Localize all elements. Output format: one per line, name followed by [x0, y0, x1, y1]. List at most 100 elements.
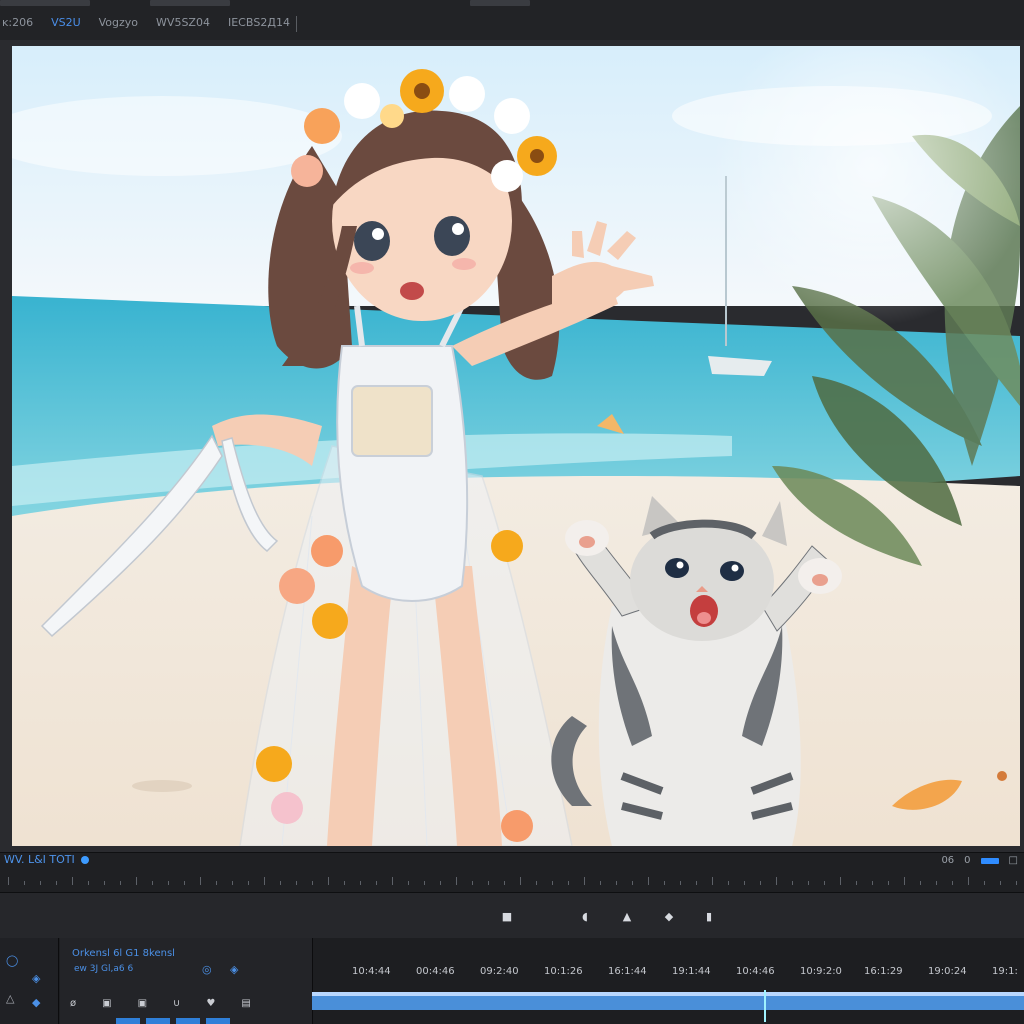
ruler-tick: [808, 881, 809, 885]
ruler-tick: [184, 881, 185, 885]
ruler-tick: [840, 877, 841, 885]
program-monitor: [0, 40, 1024, 852]
track-tool-3[interactable]: ▣: [138, 998, 147, 1009]
ruler-tick: [920, 881, 921, 885]
ruler-tick: [472, 881, 473, 885]
ruler-tick: [712, 877, 713, 885]
menu-item-5[interactable]: IЕСВS2Д14: [228, 16, 290, 29]
ruler-tick: [552, 881, 553, 885]
track-toggle-4[interactable]: [206, 1018, 230, 1024]
ruler-tick: [216, 881, 217, 885]
ruler-tick: [936, 881, 937, 885]
ruler-tick: [616, 881, 617, 885]
playhead-timecode[interactable]: WV. L&I TOTI: [4, 853, 89, 866]
menu-ghost-2: [150, 0, 230, 6]
track-toggles: [116, 1018, 230, 1024]
link-icon[interactable]: ◯: [6, 954, 18, 967]
monitor-status-strip: WV. L&I TOTI 06 0 □: [0, 852, 1024, 893]
ruler-tick: [520, 877, 521, 885]
playhead[interactable]: [764, 990, 766, 1022]
menu-ghost-1: [0, 0, 90, 6]
ruler-tick: [312, 881, 313, 885]
menu-item-2[interactable]: VS2U: [51, 16, 81, 29]
ruler-tick: [456, 877, 457, 885]
timecode-label: 16:1:29: [864, 966, 903, 977]
zoom-label[interactable]: 06: [941, 855, 954, 866]
track-tool-6[interactable]: ▤: [241, 998, 250, 1009]
timecode-label: 19:0:24: [928, 966, 967, 977]
marker-tool-icon[interactable]: ◆: [32, 996, 40, 1009]
wrench-icon[interactable]: ◈: [230, 963, 238, 976]
step-back-button[interactable]: ◖: [578, 909, 592, 923]
ruler-tick: [344, 881, 345, 885]
ruler-tick: [968, 877, 969, 885]
ruler-tick: [904, 877, 905, 885]
ruler-tick: [696, 881, 697, 885]
ruler-tick: [56, 881, 57, 885]
top-menu-bar: ᴋ:206 VS2U Vogzyo WV5SZ04 IЕСВS2Д14: [0, 0, 1024, 41]
ruler-tick: [24, 881, 25, 885]
video-preview[interactable]: [12, 46, 1020, 846]
record-icon[interactable]: ◎: [202, 963, 212, 976]
timecode-label: 10:1:26: [544, 966, 583, 977]
ruler-tick: [280, 881, 281, 885]
settings-icon[interactable]: □: [1009, 855, 1018, 866]
track-tool-2[interactable]: ▣: [102, 998, 111, 1009]
timecode-label: 19:1:44: [672, 966, 711, 977]
transport-controls: ■ ◖ ▲ ◆ ▮: [0, 892, 1024, 940]
ruler-tick: [728, 881, 729, 885]
ruler-tick: [680, 881, 681, 885]
swimsuit-pocket: [351, 385, 433, 457]
resolution-indicator[interactable]: [980, 857, 999, 864]
timecode-ruler[interactable]: 10:4:44 00:4:46 09:2:40 10:1:26 16:1:44 19:1:…: [312, 966, 1024, 980]
monitor-ruler[interactable]: [0, 871, 1024, 889]
ruler-tick: [40, 881, 41, 885]
step-forward-button[interactable]: ◆: [662, 909, 676, 923]
track-toggle-1[interactable]: [116, 1018, 140, 1024]
menu-item-1[interactable]: ᴋ:206: [2, 16, 33, 29]
track-tools: ø ▣ ▣ ∪ ♥ ▤: [70, 998, 251, 1009]
ruler-tick: [392, 877, 393, 885]
stop-button[interactable]: ■: [500, 909, 514, 923]
timecode-label: 10:4:44: [352, 966, 391, 977]
timeline-panel: ◯ ◈ △ ◆ Orkensl 6l G1 8kensl ew 3J Gl,a6…: [0, 938, 1024, 1024]
menu-divider: [296, 16, 297, 32]
ruler-tick: [168, 881, 169, 885]
track-tool-5[interactable]: ♥: [206, 998, 215, 1009]
play-button[interactable]: ▲: [620, 909, 634, 923]
video-track-clip[interactable]: [312, 992, 1024, 1010]
beach-scene-image: [12, 46, 1020, 846]
track-toggle-3[interactable]: [176, 1018, 200, 1024]
ruler-tick: [888, 881, 889, 885]
ruler-tick: [424, 881, 425, 885]
ruler-tick: [72, 877, 73, 885]
ruler-tick: [600, 881, 601, 885]
ruler-tick: [296, 881, 297, 885]
sequence-header: Orkensl 6l G1 8kensl ew 3J Gl,a6 6 ◎ ◈ ø…: [60, 938, 313, 1024]
timecode-label: 19:1:: [992, 966, 1018, 977]
quality-label[interactable]: 0: [964, 855, 970, 866]
ruler-tick: [104, 881, 105, 885]
clip-header-band: [312, 992, 1024, 996]
track-toggle-2[interactable]: [146, 1018, 170, 1024]
menu-item-4[interactable]: WV5SZ04: [156, 16, 210, 29]
ruler-tick: [776, 877, 777, 885]
ruler-tick: [264, 877, 265, 885]
ruler-tick: [376, 881, 377, 885]
ruler-tick: [664, 881, 665, 885]
ruler-tick: [536, 881, 537, 885]
ruler-tick: [488, 881, 489, 885]
ruler-tick: [984, 881, 985, 885]
menu-item-3[interactable]: Vogzyo: [99, 16, 138, 29]
snap-icon[interactable]: ◈: [32, 972, 40, 985]
track-tool-4[interactable]: ∪: [173, 998, 180, 1009]
ruler-tick: [952, 881, 953, 885]
monitor-status-right: 06 0 □: [941, 855, 1018, 866]
sequence-name[interactable]: Orkensl 6l G1 8kensl: [72, 948, 175, 959]
track-tool-1[interactable]: ø: [70, 998, 76, 1009]
marker-button[interactable]: ▮: [702, 909, 716, 923]
ruler-tick: [408, 881, 409, 885]
ruler-tick: [1000, 881, 1001, 885]
razor-icon[interactable]: △: [6, 992, 14, 1005]
timeline-tracks[interactable]: 10:4:44 00:4:46 09:2:40 10:1:26 16:1:44 19:1:…: [312, 938, 1024, 1024]
